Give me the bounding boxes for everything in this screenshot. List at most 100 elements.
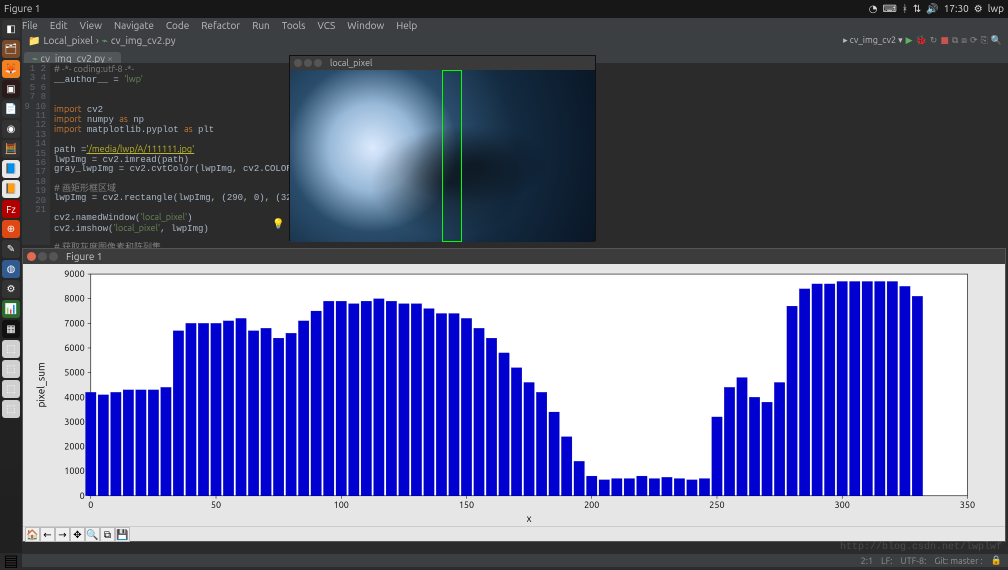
menu-file[interactable]: File (22, 20, 38, 31)
terminal-icon[interactable]: ▣ (2, 80, 20, 98)
svg-text:0: 0 (80, 491, 85, 501)
svg-text:150: 150 (459, 500, 474, 510)
svg-text:2000: 2000 (64, 442, 84, 452)
image-window-title: local_pixel (330, 58, 372, 68)
menu-refactor[interactable]: Refactor (201, 20, 240, 31)
svg-text:7000: 7000 (64, 318, 84, 328)
dash-icon[interactable]: ◧ (2, 20, 20, 38)
line-number-gutter: 1 2 3 4 5 6 7 8 9 10 11 12 13 14 15 16 1… (22, 63, 50, 245)
menu-edit[interactable]: Edit (50, 20, 68, 31)
svg-text:pixel_sum: pixel_sum (35, 362, 46, 407)
dot-icon (314, 59, 322, 67)
opencv-image-window[interactable]: local_pixel (289, 55, 596, 241)
lightbulb-icon[interactable]: 💡 (272, 218, 284, 230)
text-icon[interactable]: 📄 (2, 100, 20, 118)
close-dot-icon[interactable] (27, 252, 36, 261)
image-window-titlebar[interactable]: local_pixel (290, 56, 595, 70)
lock-icon: 🔒 (991, 555, 1002, 566)
breadcrumb-file[interactable]: cv_img_cv2.py (111, 35, 176, 47)
debug-icon[interactable]: 🐞 (916, 35, 927, 46)
gedit-icon[interactable]: ✎ (2, 240, 20, 258)
menu-help[interactable]: Help (396, 20, 417, 31)
figure-canvas[interactable]: 0100020003000400050006000700080009000050… (23, 264, 1005, 526)
min-dot-icon[interactable] (38, 252, 47, 261)
monitor-icon[interactable]: 📊 (2, 300, 20, 318)
run-config-select[interactable]: ▸ cv_img_cv2 ▾ (843, 35, 903, 46)
watermark: http://blog.csdn.net/lwplwf (840, 542, 1002, 553)
svg-text:300: 300 (835, 500, 850, 510)
menu-run[interactable]: Run (252, 20, 270, 31)
network-icon[interactable]: ⇅ (913, 0, 921, 18)
subplots-icon[interactable]: ⧉ (100, 527, 115, 542)
svg-text:1000: 1000 (64, 466, 84, 476)
menu-window[interactable]: Window (347, 20, 384, 31)
home-icon[interactable]: 🏠 (25, 527, 40, 542)
tool-icon-4[interactable]: ⎘ (981, 35, 988, 46)
impress-icon[interactable]: 📙 (2, 180, 20, 198)
bluetooth-icon[interactable]: ᚼ (902, 0, 908, 18)
menu-code[interactable]: Code (166, 20, 189, 31)
menu-navigate[interactable]: Navigate (114, 20, 154, 31)
tool-icon-2[interactable]: ⧈ (961, 35, 967, 46)
dot-icon (294, 59, 302, 67)
calc-icon[interactable]: 🧮 (2, 140, 20, 158)
generic-icon-2[interactable]: ⬚ (2, 360, 20, 378)
svg-text:8000: 8000 (64, 294, 84, 304)
menu-view[interactable]: View (80, 20, 102, 31)
dot-icon (304, 59, 312, 67)
status-lf: LF: (881, 556, 892, 566)
back-icon[interactable]: ← (40, 527, 55, 542)
forward-icon[interactable]: → (55, 527, 70, 542)
figure-titlebar[interactable]: Figure 1 (23, 249, 1005, 264)
generic-icon-3[interactable]: ⬚ (2, 380, 20, 398)
ubuntu-software-icon[interactable]: ⊕ (2, 220, 20, 238)
pycharm-icon[interactable]: ▦ (2, 320, 20, 338)
svg-text:9000: 9000 (64, 269, 84, 279)
stop-icon[interactable]: ■ (940, 35, 949, 46)
ide-icon[interactable]: ◉ (2, 120, 20, 138)
ubuntu-top-panel: Figure 1 ◔ ⌨ ᚼ ⇅ 🔊 17:30 ⚙ lwp (0, 0, 1008, 18)
svg-text:x: x (527, 513, 532, 524)
status-git: Git: master : (934, 556, 982, 566)
files-icon[interactable]: 🗂 (2, 40, 20, 58)
doc-icon[interactable]: 📘 (2, 160, 20, 178)
generic-icon-4[interactable]: ⬚ (2, 400, 20, 418)
selection-rect (442, 70, 462, 242)
tool-icon-3[interactable]: ⟳ (970, 35, 978, 46)
gear-icon[interactable]: ⚙ (974, 0, 983, 18)
tool-icon[interactable]: ⧉ (952, 35, 958, 46)
matplotlib-figure-window[interactable]: Figure 1 0100020003000400050006000700080… (22, 248, 1006, 542)
run-icon[interactable]: ▶ (906, 35, 913, 46)
save-icon[interactable]: 💾 (115, 527, 130, 542)
clock[interactable]: 17:30 (944, 0, 969, 18)
menu-vcs[interactable]: VCS (318, 20, 336, 31)
keyboard-icon[interactable]: ⌨ (882, 0, 896, 18)
chevron-right-icon: › (96, 35, 99, 47)
ghex-icon[interactable]: ◍ (2, 260, 20, 278)
folder-icon: 📁 (28, 35, 40, 47)
max-dot-icon[interactable] (49, 252, 58, 261)
pan-icon[interactable]: ✥ (70, 527, 85, 542)
breadcrumb-project[interactable]: Local_pixel (43, 35, 93, 47)
ide-menu-bar: File Edit View Navigate Code Refactor Run Tools… (0, 18, 1008, 33)
settings-icon[interactable]: ⚙ (2, 280, 20, 298)
zoom-icon[interactable]: 🔍 (85, 527, 100, 542)
filezilla-icon[interactable]: Fz (2, 200, 20, 218)
figure-title: Figure 1 (66, 251, 102, 262)
window-title: Figure 1 (0, 0, 40, 18)
sound-icon[interactable]: 🔊 (926, 0, 938, 18)
search-icon[interactable]: 🔍 (991, 35, 1002, 46)
bottom-tray-icon[interactable]: ▤ (0, 553, 22, 567)
python-file-icon: ⌁ (102, 35, 108, 47)
system-tray: ◔ ⌨ ᚼ ⇅ 🔊 17:30 ⚙ lwp (869, 0, 1008, 18)
matplotlib-toolbar: 🏠 ← → ✥ 🔍 ⧉ 💾 (23, 526, 1005, 541)
status-encoding: UTF-8: (901, 556, 927, 566)
unity-launcher: ◧ 🗂 🦊 ▣ 📄 ◉ 🧮 📘 📙 Fz ⊕ ✎ ◍ ⚙ 📊 ▦ ⬚ ⬚ ⬚ ⬚ (0, 18, 22, 567)
rerun-icon[interactable]: ↻ (930, 35, 938, 46)
svg-text:3000: 3000 (64, 417, 84, 427)
ubuntu-icon[interactable]: ◔ (869, 0, 878, 18)
menu-tools[interactable]: Tools (282, 20, 306, 31)
firefox-icon[interactable]: 🦊 (2, 60, 20, 78)
user-label[interactable]: lwp (988, 0, 1004, 18)
generic-icon-1[interactable]: ⬚ (2, 340, 20, 358)
